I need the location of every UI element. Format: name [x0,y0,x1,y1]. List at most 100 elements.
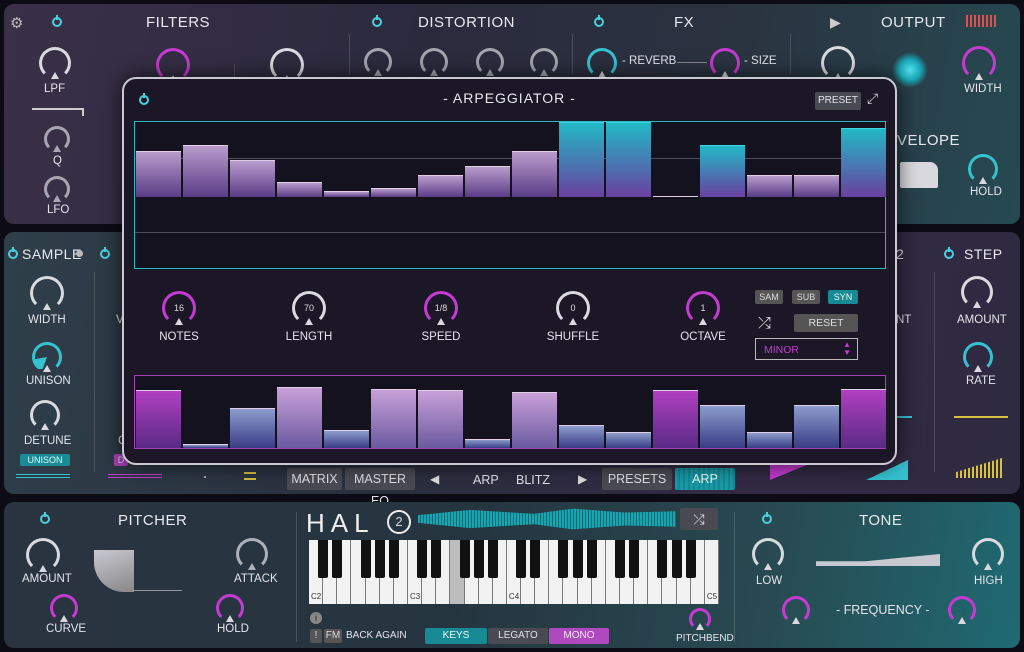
pitcher-curve-knob[interactable] [50,594,78,622]
piano-black-key[interactable] [530,540,541,578]
legato-button[interactable]: LEGATO [488,628,548,644]
tone-freq-knob-right[interactable] [948,596,976,624]
piano-black-key[interactable] [473,540,484,578]
reverb-knob[interactable] [587,48,617,78]
piano-black-key[interactable] [388,540,399,578]
pitcher-attack-knob[interactable] [236,538,268,570]
pitchbend-knob[interactable] [689,608,711,630]
arp-pitch-bar[interactable] [841,388,886,448]
piano-black-key[interactable] [332,540,343,578]
prev-preset-icon[interactable]: ◀ [430,472,439,486]
mono-button[interactable]: MONO [549,628,609,644]
arp-pitch-bar[interactable] [747,432,792,448]
piano-black-key[interactable] [671,540,682,578]
sample-power-icon[interactable] [8,247,18,259]
arp-step-bar[interactable] [700,144,745,197]
step-rate-knob[interactable] [963,342,993,372]
keyboard[interactable]: C2 C3 C4 C5 [309,540,719,604]
unison-knob[interactable] [32,342,62,372]
mode-sam-button[interactable]: SAM [755,290,783,304]
arp-step-bar[interactable] [559,122,604,197]
hold-knob[interactable] [968,154,998,184]
presets-button[interactable]: PRESETS [602,468,672,490]
arp-pitch-bar[interactable] [324,430,369,448]
play-icon[interactable]: ▶ [830,14,841,31]
output-gain-knob[interactable] [821,46,855,80]
piano-black-key[interactable] [657,540,668,578]
lfo-knob[interactable] [44,176,70,202]
lpf-knob[interactable] [39,47,71,79]
arp-pitch-bar[interactable] [277,386,322,448]
arp-step-bar[interactable] [653,196,698,197]
arp-step-bar[interactable] [418,174,463,197]
distortion-knob-1[interactable] [364,48,392,76]
distortion-knob-3[interactable] [476,48,504,76]
arp-pitch-bar[interactable] [418,390,463,448]
pitcher-amount-knob[interactable] [26,538,60,572]
info-icon[interactable]: i [310,612,322,624]
pitcher-power-icon[interactable] [40,512,50,524]
arp-length-knob[interactable]: 70 [292,291,326,325]
detune-knob[interactable] [30,400,60,430]
matrix-button[interactable]: MATRIX [287,468,342,490]
arp-pitch-bar[interactable] [653,390,698,448]
mode-syn-button[interactable]: SYN [828,290,858,304]
arp-step-bar[interactable] [136,150,181,197]
arp-step-bar[interactable] [606,122,651,197]
mode-sub-button[interactable]: SUB [792,290,820,304]
piano-black-key[interactable] [374,540,385,578]
arp-octave-knob[interactable]: 1 [686,291,720,325]
alert-button[interactable]: ! [310,629,322,643]
arp-step-bar[interactable] [512,150,557,197]
piano-black-key[interactable] [685,540,696,578]
arp-step-bar[interactable] [324,191,369,197]
arp-speed-knob[interactable]: 1/8 [424,291,458,325]
arp-pitch-bar[interactable] [512,391,557,448]
distortion-knob-4[interactable] [530,48,558,76]
arp-pitch-bar[interactable] [559,424,604,448]
scale-select[interactable]: MINOR ▲ ▼ [755,338,858,360]
arp-pitch-bar[interactable] [700,404,745,448]
fx-power-icon[interactable] [594,15,604,27]
arp-pitch-bar[interactable] [230,408,275,448]
arp-step-bar[interactable] [277,182,322,197]
piano-black-key[interactable] [558,540,569,578]
tone-low-knob[interactable] [752,538,784,570]
next-preset-icon[interactable]: ▶ [578,472,587,486]
shuffle-wave-button[interactable]: ⤮ [680,508,718,530]
arp-pitch-bar[interactable] [371,388,416,448]
piano-black-key[interactable] [629,540,640,578]
arp-step-bar[interactable] [183,144,228,197]
pitcher-hold-knob[interactable] [216,594,244,622]
step-power-icon[interactable] [944,247,954,259]
q-knob[interactable] [44,126,70,152]
arp-notes-knob[interactable]: 16 [162,291,196,325]
arp-pitch-grid[interactable] [134,375,886,449]
piano-black-key[interactable] [586,540,597,578]
fm-button[interactable]: FM [324,629,342,643]
piano-black-key[interactable] [487,540,498,578]
piano-black-key[interactable] [360,540,371,578]
filters-power-icon[interactable] [52,15,62,27]
shuffle-icon[interactable]: ⤮ [758,315,771,333]
width-knob[interactable] [962,46,996,80]
distortion-power-icon[interactable] [372,15,382,27]
step-amount-knob[interactable] [961,276,993,308]
arp-pitch-bar[interactable] [465,438,510,448]
arp-preset-button[interactable]: PRESET [815,92,861,110]
piano-black-key[interactable] [431,540,442,578]
arp-pitch-bar[interactable] [794,404,839,448]
tone-freq-knob-left[interactable] [782,596,810,624]
piano-black-key[interactable] [615,540,626,578]
arp-shuffle-knob[interactable]: 0 [556,291,590,325]
piano-black-key[interactable] [318,540,329,578]
sample-width-knob[interactable] [30,276,64,310]
piano-black-key[interactable] [516,540,527,578]
tone-power-icon[interactable] [762,512,772,524]
arp-tab-button[interactable]: ARP [675,468,735,490]
arp-velocity-grid[interactable] [134,121,886,269]
piano-black-key[interactable] [417,540,428,578]
arp-step-bar[interactable] [371,188,416,197]
distortion-knob-2[interactable] [420,48,448,76]
keys-button[interactable]: KEYS [425,628,487,644]
